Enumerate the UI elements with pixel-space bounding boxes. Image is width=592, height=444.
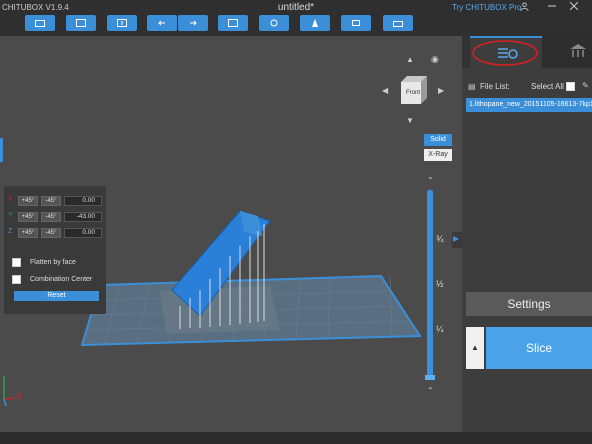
panel-toggle-button[interactable]: ▶	[452, 232, 462, 248]
flatten-checkbox[interactable]	[12, 258, 21, 267]
save-button[interactable]	[66, 15, 96, 31]
panel-tabs	[462, 36, 592, 68]
import-icon	[117, 19, 127, 27]
status-bar	[0, 432, 592, 444]
auto-layout-icon	[228, 19, 238, 27]
axis-z-label: Z	[8, 228, 13, 235]
combination-label: Combination Center	[30, 276, 93, 283]
x-axis-line	[3, 397, 15, 400]
settings-button[interactable]: Settings	[466, 292, 592, 316]
print-icon	[352, 20, 360, 26]
annotation-ellipse	[472, 40, 538, 66]
slider-down-icon[interactable]: ⌃	[427, 386, 434, 395]
open-button[interactable]	[25, 15, 55, 31]
rotate-panel: X +45° -45° 0.00 Y +45° -45° -43.00 Z +4…	[4, 186, 106, 314]
export-button[interactable]	[383, 15, 413, 31]
app-title: CHITUBOX V1.9.4	[2, 3, 69, 12]
rotate-y-minus-button[interactable]: -45°	[41, 212, 61, 222]
flatten-label: Flatten by face	[30, 259, 76, 266]
minimize-icon[interactable]	[548, 2, 556, 12]
export-icon	[393, 21, 403, 27]
file-list-icon: ▤	[468, 82, 476, 91]
reset-button[interactable]: Reset	[14, 291, 99, 301]
slider-mark-quarter: ¼	[436, 324, 444, 334]
open-icon	[35, 20, 45, 27]
annotation-arrow	[430, 36, 462, 80]
save-icon	[76, 19, 86, 27]
select-all-checkbox[interactable]	[566, 82, 575, 91]
layer-slider-track[interactable]	[427, 190, 433, 376]
cube-front-label: Front	[406, 90, 421, 96]
undo-button[interactable]	[147, 15, 177, 31]
print-button[interactable]	[341, 15, 371, 31]
slice-options-button[interactable]: ▲	[466, 327, 484, 369]
try-pro-link[interactable]: Try CHITUBOX Pro	[452, 3, 521, 12]
hollow-icon	[312, 19, 318, 27]
tab-slice-settings[interactable]	[470, 36, 542, 68]
view-left-icon[interactable]: ◀	[382, 86, 388, 95]
tab-printer-settings[interactable]	[542, 36, 592, 68]
printer-settings-icon	[570, 44, 586, 57]
close-icon[interactable]	[569, 1, 579, 12]
left-tool-indicator[interactable]	[0, 138, 3, 162]
rotate-y-plus-button[interactable]: +45°	[18, 212, 38, 222]
slider-up-icon[interactable]: ⌄	[427, 172, 434, 181]
3d-viewport[interactable]: X X +45° -45° 0.00 Y +45° -45° -43.00 Z …	[0, 36, 462, 432]
view-right-icon[interactable]: ▶	[438, 86, 444, 95]
edit-icon[interactable]: ✎	[582, 81, 589, 90]
xray-view-button[interactable]: X-Ray	[424, 149, 452, 161]
right-panel: ▤ File List: Select All ✎ 1.lithopane_ne…	[462, 36, 592, 432]
panel-toggle-icon: ▶	[453, 234, 460, 243]
rotate-x-plus-button[interactable]: +45°	[18, 196, 38, 206]
hollow-button[interactable]	[300, 15, 330, 31]
solid-view-button[interactable]: Solid	[424, 134, 452, 146]
rotate-x-minus-button[interactable]: -45°	[41, 196, 61, 206]
support-icon	[270, 19, 278, 27]
slider-mark-three-quarter: ¾	[436, 234, 444, 244]
rotate-z-minus-button[interactable]: -45°	[41, 228, 61, 238]
support-button[interactable]	[259, 15, 289, 31]
user-icon[interactable]	[520, 2, 529, 13]
view-down-icon[interactable]: ▼	[406, 116, 414, 125]
redo-icon	[190, 20, 197, 26]
combination-checkbox[interactable]	[12, 275, 21, 284]
rotate-z-plus-button[interactable]: +45°	[18, 228, 38, 238]
layer-slider-knob[interactable]	[425, 375, 435, 380]
axis-y-label: Y	[8, 212, 13, 219]
undo-icon	[158, 20, 165, 26]
title-bar: CHITUBOX V1.9.4 untitled* Try CHITUBOX P…	[0, 0, 592, 36]
file-list-label: File List:	[480, 82, 510, 91]
rotate-x-input[interactable]: 0.00	[64, 196, 102, 206]
view-up-icon[interactable]: ▲	[406, 55, 414, 64]
rotate-z-input[interactable]: 0.00	[64, 228, 102, 238]
view-cube[interactable]: Front	[397, 76, 433, 106]
file-list-item[interactable]: 1.lithopane_new_20151105-16613-7kp1x	[466, 98, 592, 112]
z-axis-line	[3, 398, 7, 407]
auto-layout-button[interactable]	[218, 15, 248, 31]
import-button[interactable]	[107, 15, 137, 31]
axis-x-label: X	[8, 196, 13, 203]
slider-mark-half: ½	[436, 279, 444, 289]
rotate-y-input[interactable]: -43.00	[64, 212, 102, 222]
x-axis-label: X	[16, 391, 23, 401]
redo-button[interactable]	[178, 15, 208, 31]
slice-button[interactable]: Slice	[486, 327, 592, 369]
select-all-label: Select All	[531, 82, 564, 91]
